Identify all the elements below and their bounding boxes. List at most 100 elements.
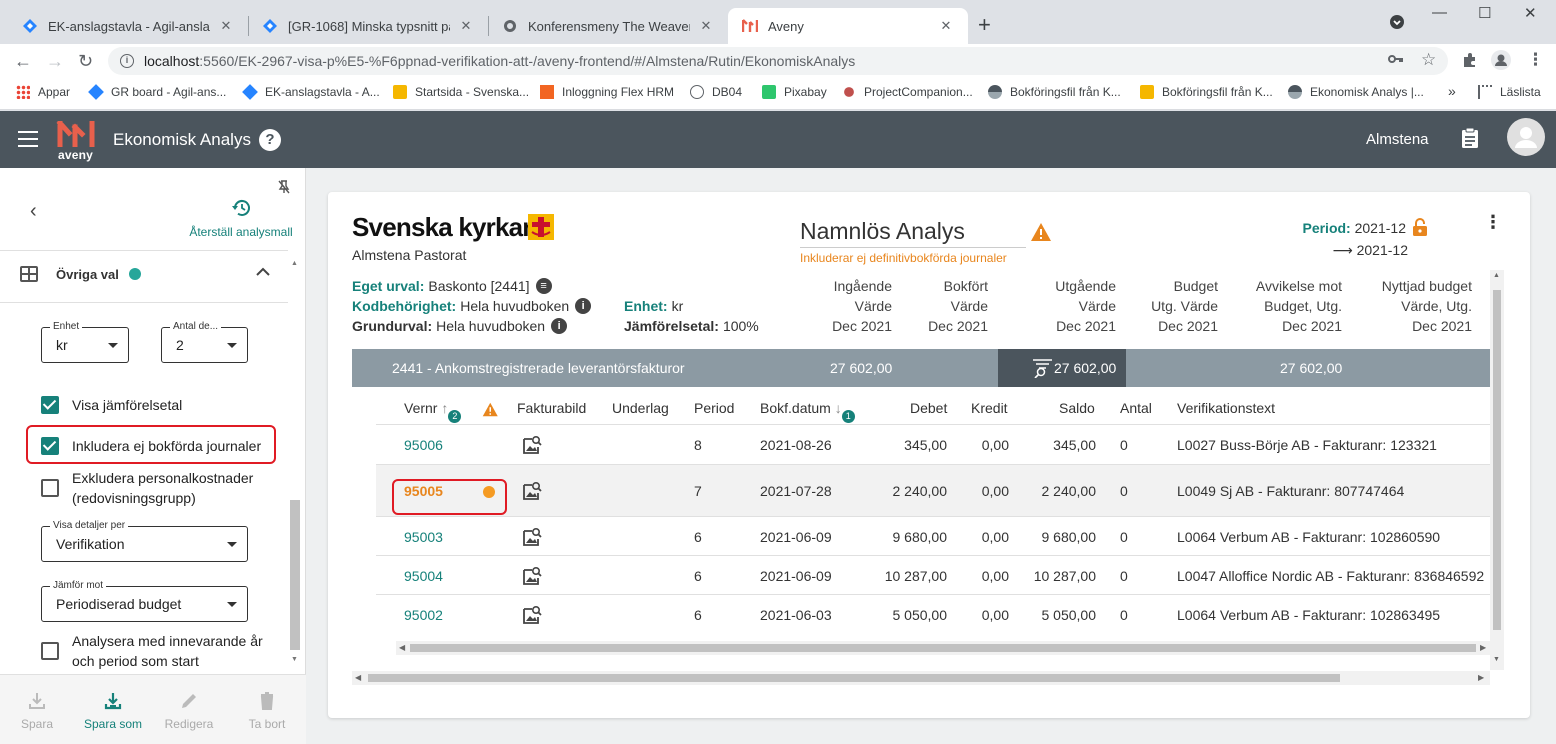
info-icon[interactable]: i	[551, 318, 568, 334]
checkbox-visa-jamforelsetal[interactable]: Visa jämförelsetal	[41, 395, 182, 415]
scroll-up-icon[interactable]: ▲	[1493, 272, 1500, 279]
close-icon[interactable]: ✕	[218, 18, 234, 34]
table-row[interactable]: 95006 8 2021-08-26 345,00 0,00 345,00 0 L0027 B…	[376, 424, 1490, 464]
reading-list-button[interactable]: Läslista	[1478, 85, 1541, 99]
back-arrow-icon[interactable]: ←	[14, 50, 32, 72]
checkbox-checked-icon[interactable]	[41, 396, 59, 414]
table-row[interactable]: 95005 7 2021-07-28 2 240,00 0,00 2 240,00 0 L00…	[376, 464, 1490, 516]
more-options-icon[interactable]: ⋮	[1484, 212, 1502, 233]
scroll-down-icon[interactable]: ▼	[1493, 656, 1500, 663]
th-debet[interactable]: Debet	[910, 400, 947, 416]
checkbox-checked-icon[interactable]	[41, 437, 59, 455]
ta-bort-button[interactable]: Ta bort	[232, 691, 302, 731]
table-vertical-scrollbar[interactable]: ▲ ▼	[1490, 270, 1504, 670]
scrollbar-thumb[interactable]	[368, 674, 1340, 682]
jamfor-mot-select[interactable]: Jämför mot Periodiserad budget	[41, 580, 248, 622]
bookmark-apps[interactable]: Appar	[16, 85, 70, 99]
scroll-up-icon[interactable]: ▲	[291, 260, 298, 267]
invoice-image-icon[interactable]	[522, 566, 542, 586]
info-icon[interactable]: i	[575, 298, 592, 314]
scroll-right-icon[interactable]: ▶	[1478, 671, 1484, 685]
th-saldo[interactable]: Saldo	[1059, 400, 1095, 416]
checkbox-unchecked-icon[interactable]	[41, 479, 59, 497]
filter-list-icon[interactable]: ≡	[535, 278, 552, 294]
redigera-button[interactable]: Redigera	[154, 691, 224, 731]
new-tab-button[interactable]: +	[978, 14, 991, 36]
bookmark-item[interactable]: Bokföringsfil från K...	[988, 85, 1121, 99]
bookmark-item[interactable]: Bokföringsfil från K...	[1140, 85, 1273, 99]
scroll-left-icon[interactable]: ◀	[399, 641, 405, 655]
checkbox-unchecked-icon[interactable]	[41, 642, 59, 660]
invoice-image-icon[interactable]	[522, 527, 542, 547]
report-horizontal-scrollbar[interactable]: ◀ ▶	[352, 671, 1490, 685]
url-input[interactable]: i localhost:5560/EK-2967-visa-p%E5-%F6pp…	[108, 47, 1448, 75]
bookmark-item[interactable]: DB04	[690, 85, 742, 99]
scrollbar-thumb[interactable]	[410, 644, 1476, 652]
tab-search-icon[interactable]	[1389, 14, 1405, 34]
vernr-link[interactable]: 95004	[404, 568, 443, 584]
close-icon[interactable]: ✕	[698, 18, 714, 34]
th-fakturabild[interactable]: Fakturabild	[517, 400, 586, 416]
extensions-icon[interactable]	[1462, 52, 1478, 72]
close-icon[interactable]: ✕	[458, 18, 474, 34]
scroll-left-icon[interactable]: ◀	[355, 671, 361, 685]
help-icon[interactable]: ?	[259, 129, 281, 151]
site-info-icon[interactable]: i	[120, 54, 134, 68]
vernr-link[interactable]: 95003	[404, 529, 443, 545]
back-chevron-icon[interactable]: ‹	[30, 200, 37, 223]
column-header-utgaende[interactable]: Utgående Värde Dec 2021	[1016, 276, 1116, 336]
vernr-link[interactable]: 95006	[404, 437, 443, 453]
bookmark-item[interactable]: ProjectCompanion...	[842, 85, 973, 99]
column-header-nyttjad-budget[interactable]: Nyttjad budget Värde, Utg. Dec 2021	[1348, 276, 1472, 336]
bookmark-item[interactable]: Inloggning Flex HRM	[540, 85, 674, 99]
browser-tab-1[interactable]: [GR-1068] Minska typsnitt på kna ✕	[248, 8, 488, 44]
aveny-logo[interactable]: aveny	[56, 119, 100, 162]
scrollbar-thumb[interactable]	[290, 500, 300, 650]
close-icon[interactable]: ✕	[938, 18, 954, 34]
column-header-avvikelse[interactable]: Avvikelse mot Budget, Utg. Dec 2021	[1222, 276, 1342, 336]
account-summary-row[interactable]: 2441 - Ankomstregistrerade leverantörsfa…	[352, 349, 1490, 387]
maximize-icon[interactable]: ☐	[1478, 4, 1491, 22]
lock-icon[interactable]	[1412, 218, 1428, 236]
reload-icon[interactable]: ↻	[78, 50, 93, 72]
th-antal[interactable]: Antal	[1120, 400, 1152, 416]
browser-tab-0[interactable]: EK-anslagstavla - Agil-anslagstav ✕	[8, 8, 248, 44]
column-header-budget[interactable]: Budget Utg. Värde Dec 2021	[1118, 276, 1218, 336]
org-name[interactable]: Almstena	[1366, 131, 1429, 148]
visa-detaljer-select[interactable]: Visa detaljer per Verifikation	[41, 520, 248, 562]
bookmark-item[interactable]: GR board - Agil-ans...	[88, 84, 226, 100]
bookmark-item[interactable]: Pixabay	[762, 85, 827, 99]
filter-search-icon[interactable]	[1032, 358, 1052, 379]
browser-tab-2[interactable]: Konferensmeny The Weaver.pdf ✕	[488, 8, 728, 44]
reset-template-button[interactable]: Återställ analysmall	[186, 198, 296, 239]
bookmarks-more-button[interactable]: »	[1448, 83, 1456, 99]
chrome-menu-icon[interactable]: ⋮	[1527, 50, 1544, 70]
th-verifikationstext[interactable]: Verifikationstext	[1177, 400, 1275, 416]
spara-button[interactable]: Spara	[2, 691, 72, 731]
antal-decimaler-select[interactable]: Antal de... 2	[161, 321, 248, 363]
th-period[interactable]: Period	[694, 400, 734, 416]
checkbox-exkludera-personalkostnader[interactable]: Exkludera personalkostnader (redovisning…	[41, 468, 271, 508]
menu-icon[interactable]	[18, 131, 38, 147]
scroll-right-icon[interactable]: ▶	[1480, 641, 1486, 655]
table-row[interactable]: 95002 6 2021-06-03 5 050,00 0,00 5 050,00 0 L00…	[376, 594, 1490, 633]
invoice-image-icon[interactable]	[522, 435, 542, 455]
avatar[interactable]	[1507, 118, 1545, 156]
sidebar-scrollbar[interactable]: ▲ ▼	[288, 260, 302, 666]
profile-icon[interactable]	[1491, 50, 1511, 74]
th-underlag[interactable]: Underlag	[612, 400, 669, 416]
th-bokfdatum[interactable]: Bokf.datum ↓ 1	[760, 400, 855, 423]
bookmark-item[interactable]: EK-anslagstavla - A...	[242, 84, 380, 100]
scrollbar-thumb[interactable]	[1493, 290, 1501, 630]
table-row[interactable]: 95003 6 2021-06-09 9 680,00 0,00 9 680,00 0 L00…	[376, 516, 1490, 555]
th-vernr[interactable]: Vernr ↑ 2	[404, 400, 462, 423]
column-header-bokfort[interactable]: Bokfört Värde Dec 2021	[888, 276, 988, 336]
star-icon[interactable]: ☆	[1421, 50, 1436, 70]
vernr-link[interactable]: 95002	[404, 607, 443, 623]
clipboard-icon[interactable]	[1461, 127, 1479, 149]
forward-arrow-icon[interactable]: →	[46, 50, 64, 72]
invoice-image-icon[interactable]	[522, 481, 542, 501]
checkbox-inkludera-ej-bokforda[interactable]: Inkludera ej bokförda journaler	[41, 436, 261, 456]
enhet-select[interactable]: Enhet kr	[41, 321, 129, 363]
bookmark-item[interactable]: Startsida - Svenska...	[393, 85, 529, 99]
